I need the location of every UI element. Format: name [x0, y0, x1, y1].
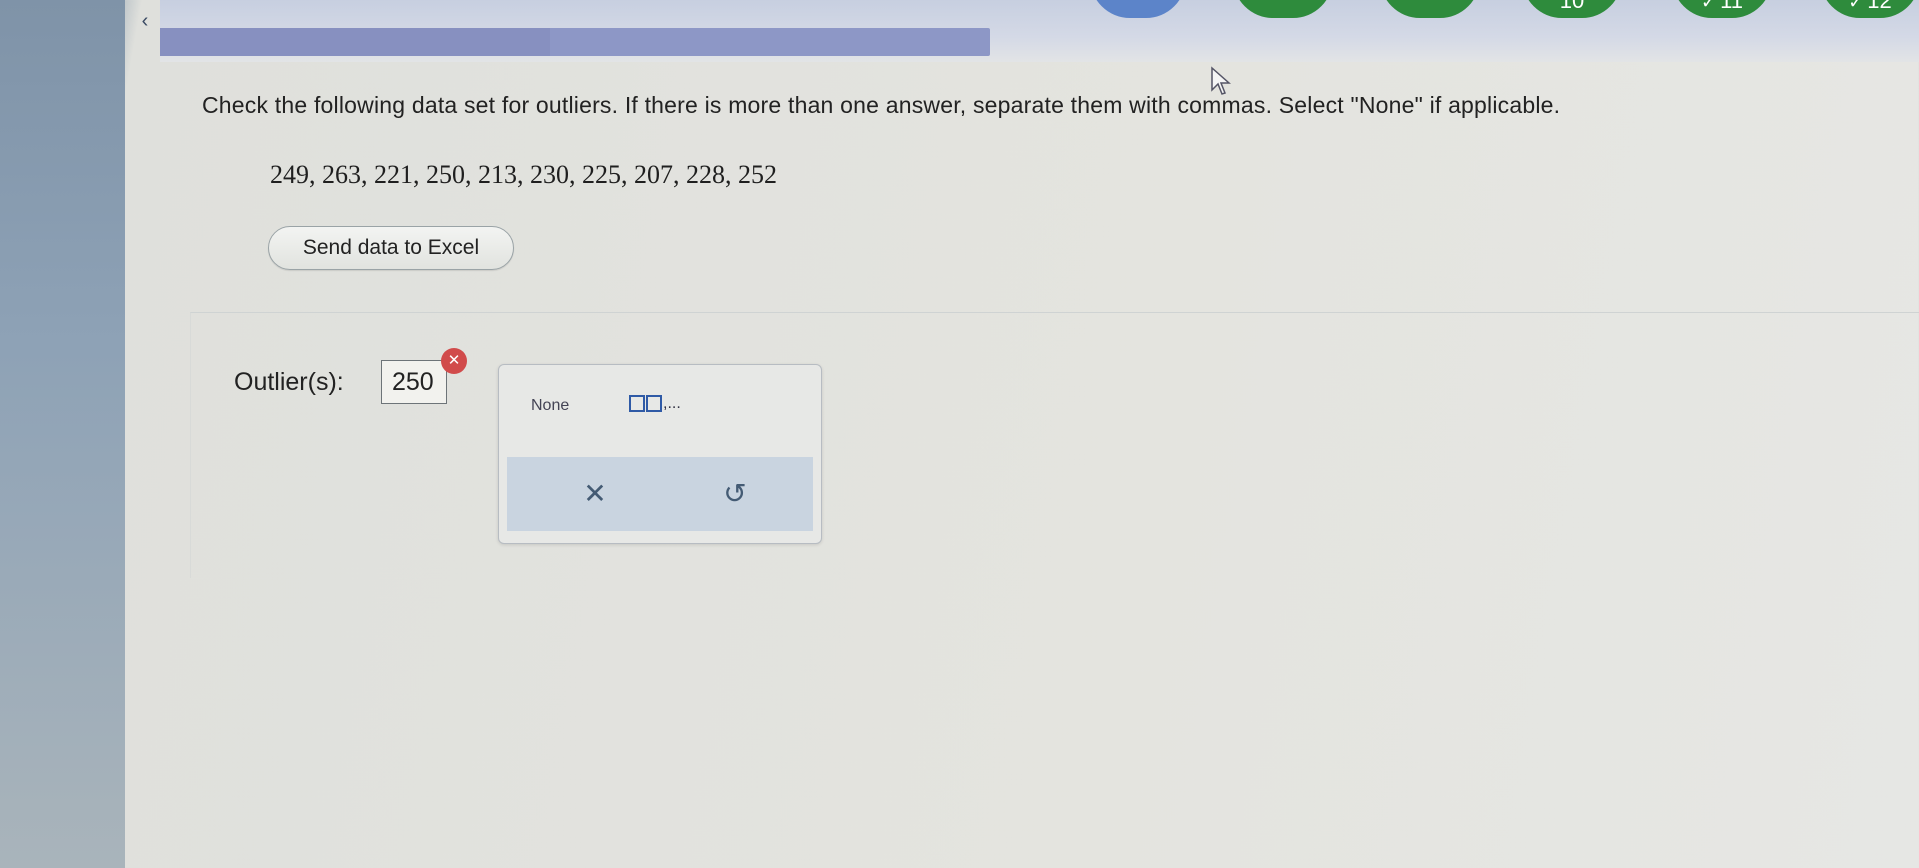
send-to-excel-button[interactable]: Send data to Excel: [268, 226, 514, 270]
outlier-input[interactable]: 250: [381, 360, 447, 404]
box-icon: [629, 395, 645, 413]
check-icon: ✓: [1848, 0, 1864, 12]
clear-icon[interactable]: ✕: [565, 467, 625, 521]
progress-bar: [160, 28, 990, 56]
answer-keypad: None ,... ✕ ↺: [498, 364, 822, 544]
back-arrow-icon[interactable]: ‹: [132, 8, 158, 34]
outlier-label: Outlier(s):: [234, 368, 344, 396]
check-icon: ✓: [1701, 0, 1717, 12]
none-button[interactable]: None: [531, 397, 569, 415]
progress-fill: [160, 28, 551, 56]
box-icon: [646, 395, 662, 413]
data-set: 249, 263, 221, 250, 213, 230, 225, 207, …: [270, 160, 777, 189]
error-icon: ✕: [441, 348, 467, 374]
question-prompt: Check the following data set for outlier…: [202, 92, 1561, 118]
keypad-actions: ✕ ↺: [507, 457, 813, 531]
undo-icon[interactable]: ↺: [705, 467, 765, 521]
list-entry-button[interactable]: ,...: [629, 395, 681, 413]
left-bezel: [0, 0, 125, 868]
